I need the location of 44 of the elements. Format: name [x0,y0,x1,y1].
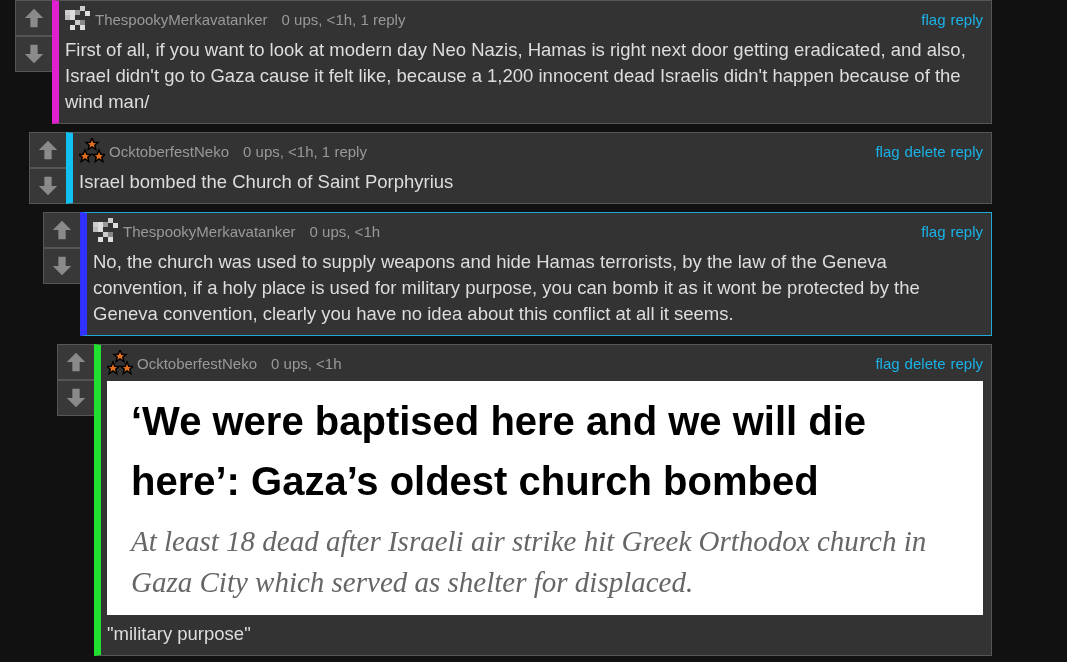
username-link[interactable]: OcktoberfestNeko [137,354,258,372]
action-link[interactable]: reply [950,222,983,240]
up-arrow-icon [23,7,45,29]
article-subtitle: At least 18 dead after Israeli air strike hit Greek Orthodox church in Gaza City which served as shelter for displaced. [131,524,928,600]
up-arrow-icon [37,139,59,161]
action-link[interactable]: flag [875,142,900,160]
comment-meta: 0 ups, <1h [271,354,342,372]
checker-avatar-icon [65,6,91,32]
upvote-button[interactable] [15,0,52,36]
upvote-button[interactable] [29,132,66,168]
comment-text: Israel bombed the Church of Saint Porphyrius [79,170,455,194]
action-link[interactable]: delete [904,354,946,372]
down-arrow-icon [37,175,59,197]
down-arrow-icon [51,255,73,277]
downvote-button[interactable] [43,248,80,284]
comment-meta: 0 ups, <1h, 1 reply [281,10,406,28]
article-headline: ‘We were baptised here and we will die here’: Gaza’s oldest church bombed [131,398,868,505]
action-link[interactable]: reply [950,142,983,160]
action-link[interactable]: delete [904,142,946,160]
stars-avatar-icon [79,138,105,164]
upvote-button[interactable] [43,212,80,248]
downvote-button[interactable] [57,380,94,416]
downvote-button[interactable] [15,36,52,72]
down-arrow-icon [23,43,45,65]
stars-avatar-icon [107,350,133,376]
action-link[interactable]: reply [950,354,983,372]
upvote-button[interactable] [57,344,94,380]
comment-meta: 0 ups, <1h [309,222,381,240]
down-arrow-icon [65,387,87,409]
comment-text: No, the church was used to supply weapons and hide Hamas terrorists, by the law of the Geneva convention, if a holy place is used for military purpose, you can bomb it as it wont be protected by the Geneva convention, clearly you have no idea about this conflict at all it seems. [93,250,921,326]
username-link[interactable]: ThespookyMerkavatanker [95,10,268,28]
username-link[interactable]: ThespookyMerkavatanker [123,222,296,240]
comment-meta: 0 ups, <1h, 1 reply [243,142,367,160]
action-link[interactable]: flag [875,354,900,372]
action-link[interactable]: flag [921,222,946,240]
checker-avatar-icon [93,218,119,244]
comment-text: "military purpose" [107,622,252,646]
action-link[interactable]: flag [921,10,946,28]
username-link[interactable]: OcktoberfestNeko [109,142,230,160]
up-arrow-icon [65,351,87,373]
comment-text: First of all, if you want to look at modern day Neo Nazis, Hamas is right next door getting eradicated, and also, Israel didn't go to Gaza cause it felt like, because a 1,200 innocent dead Israelis didn't happen because of the wind man/ [65,38,967,114]
action-link[interactable]: reply [950,10,983,28]
downvote-button[interactable] [29,168,66,204]
up-arrow-icon [51,219,73,241]
